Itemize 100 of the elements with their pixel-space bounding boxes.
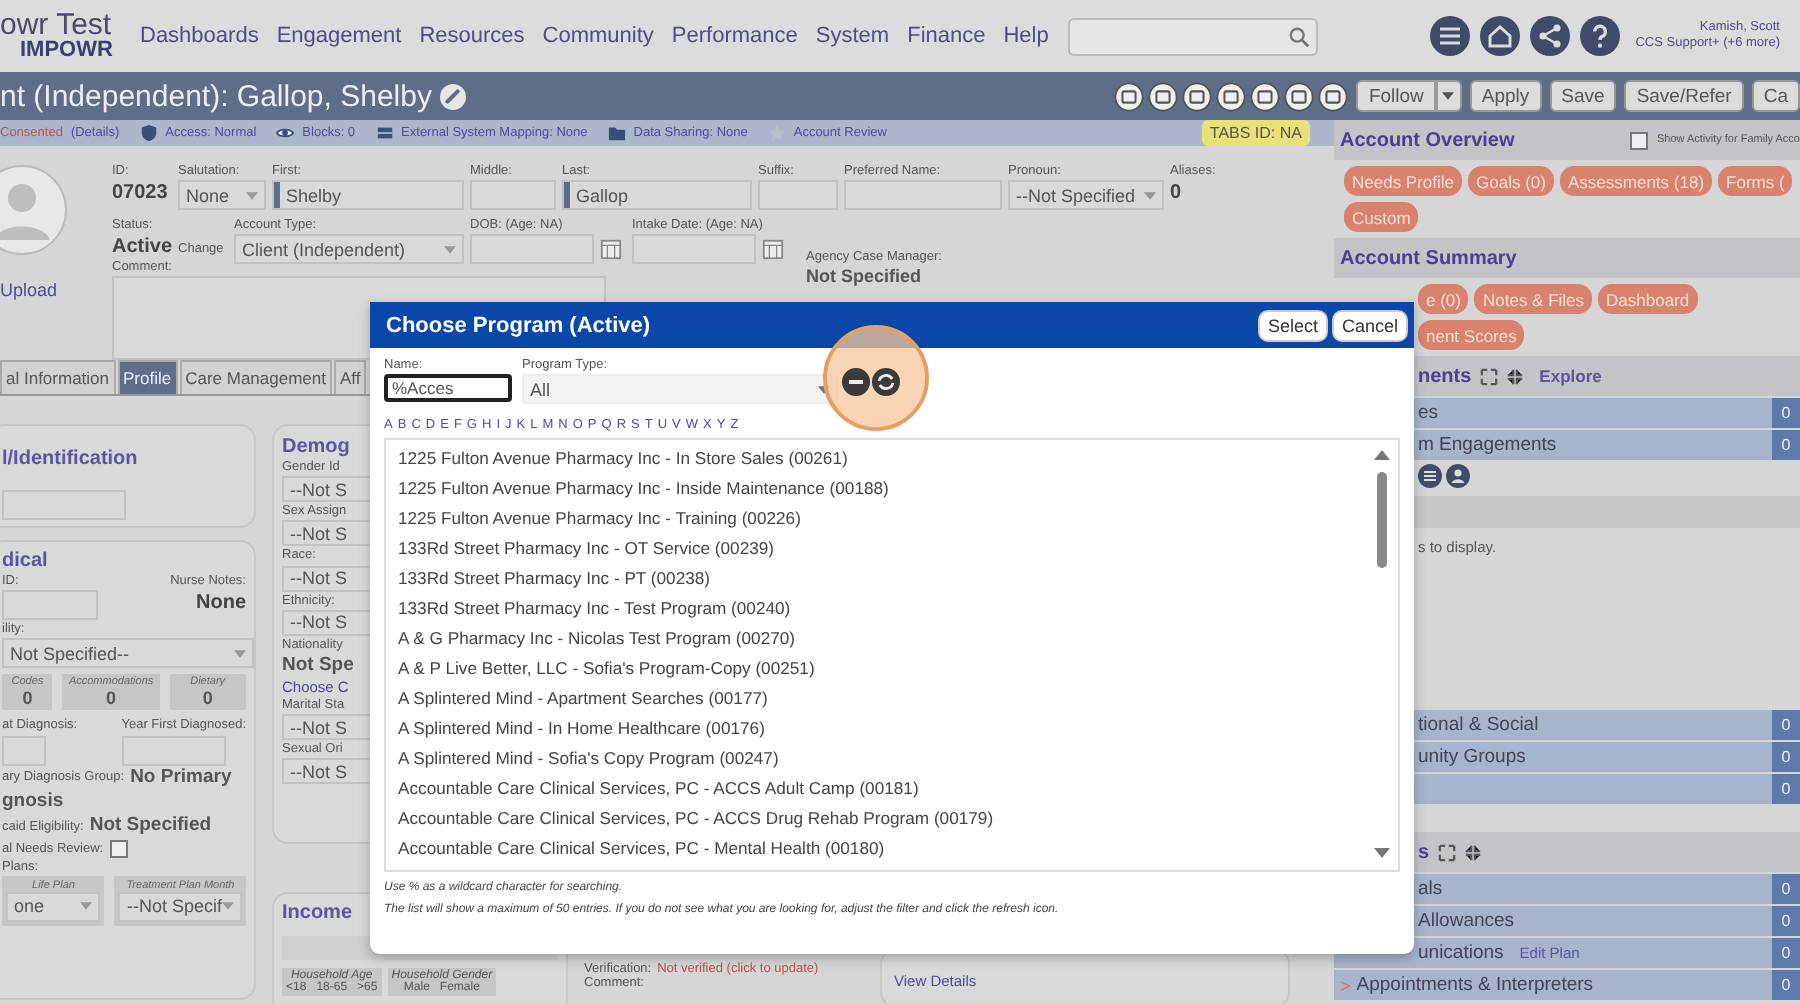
nationality-value: Not Spe <box>282 653 354 679</box>
link-icon[interactable] <box>439 83 466 109</box>
follow-button[interactable]: Follow <box>1356 80 1436 112</box>
caret-icon <box>1442 92 1455 100</box>
caret-icon <box>1144 191 1156 200</box>
count-badge: 0 <box>1772 970 1800 1000</box>
nav-link[interactable]: Engagement <box>276 24 402 48</box>
program-item[interactable]: A Splintered Mind - Apartment Searches (00177) <box>398 684 1372 715</box>
toolbar-button[interactable]: Save <box>1549 80 1617 112</box>
select-field[interactable]: Not Specified-- <box>2 638 254 669</box>
count-badge: 0 <box>1772 874 1800 904</box>
shield-icon <box>139 124 158 142</box>
toolbar-icon[interactable] <box>1114 81 1145 111</box>
section-title: Account Overview <box>1340 129 1515 151</box>
count-badge: 0 <box>1772 742 1800 772</box>
select-field[interactable]: --Not Specified <box>1008 180 1164 211</box>
toolbar-icon[interactable] <box>1148 81 1179 111</box>
toolbar-button[interactable]: Apply <box>1469 80 1542 112</box>
program-item[interactable]: Accountable Care Clinical Services, PC - Mental Health (00180) <box>398 834 1372 865</box>
logo-text: owr Test <box>0 10 114 40</box>
nav-link[interactable]: Community <box>542 24 654 48</box>
tab[interactable]: Aff <box>334 360 367 395</box>
count-badge: 0 <box>1772 906 1800 936</box>
scrollbar[interactable] <box>1372 448 1392 861</box>
diagnosis-group-value: No Primary <box>130 765 232 790</box>
name-field[interactable]: %Acces <box>384 374 512 403</box>
count-badge: 0 <box>1772 398 1800 428</box>
collapse-icon[interactable] <box>1505 367 1524 385</box>
share-icon[interactable] <box>1530 16 1571 56</box>
calendar-icon[interactable] <box>762 238 784 261</box>
counter-value: 0 <box>106 688 117 709</box>
nav-link[interactable]: Finance <box>907 24 986 48</box>
toolbar-icon[interactable] <box>1216 81 1247 111</box>
upload-link[interactable]: Upload <box>0 280 58 300</box>
person-icon[interactable] <box>1446 464 1470 488</box>
eye-icon <box>276 124 295 142</box>
select-field[interactable]: --Not Specif <box>118 891 242 922</box>
section-title: s <box>1418 841 1430 863</box>
dialog-button[interactable]: Cancel <box>1331 309 1408 341</box>
medicaid-value: Not Specified <box>89 814 212 840</box>
section-title: nents <box>1418 365 1472 387</box>
program-item[interactable]: Accountable Care Clinical Services, PC - ACCS Drug Rehab Program (00179) <box>398 804 1372 835</box>
tabs-id-badge: TABS ID: NA <box>1201 120 1310 146</box>
caret-icon <box>234 649 246 658</box>
dropdown-button[interactable] <box>1435 80 1462 112</box>
logo-wordmark: IMPOWR <box>20 40 115 62</box>
text-field[interactable]: Shelby <box>272 180 464 211</box>
counter-value: 0 <box>22 688 33 709</box>
case-manager-value: Not Specified <box>806 266 924 287</box>
count-badge: 0 <box>1772 430 1800 460</box>
caret-icon <box>246 191 258 200</box>
checkbox[interactable] <box>109 839 128 858</box>
toolbar-icon[interactable] <box>1318 81 1349 111</box>
nav-link[interactable]: Resources <box>419 24 525 48</box>
count-badge: 0 <box>1772 710 1800 740</box>
minus-circle-icon[interactable] <box>842 368 870 396</box>
help-icon[interactable] <box>1580 16 1621 56</box>
toolbar-icon[interactable] <box>1182 81 1213 111</box>
account-id: 07023 <box>112 180 170 207</box>
list-icon[interactable] <box>1418 464 1442 488</box>
count-badge: 0 <box>1772 938 1800 968</box>
collapse-icon[interactable] <box>1463 843 1482 861</box>
nurse-notes-value: None <box>196 590 246 617</box>
dialog-button[interactable]: Select <box>1257 309 1328 341</box>
select-field[interactable]: None <box>178 180 266 211</box>
nav-link[interactable]: Performance <box>671 24 798 48</box>
count-badge: 0 <box>1772 774 1800 804</box>
expand-icon[interactable] <box>1479 367 1498 385</box>
toolbar-button[interactable]: Save/Refer <box>1624 80 1744 112</box>
caret-icon <box>80 902 93 911</box>
nav-link[interactable]: Help <box>1003 24 1049 48</box>
caret-icon <box>444 245 456 254</box>
text-field[interactable]: Gallop <box>562 180 752 211</box>
toolbar-icon[interactable] <box>1284 81 1315 111</box>
summary-row[interactable]: > Appointments & Interpreters 0 <box>1334 970 1800 1000</box>
explore-link[interactable]: Explore <box>1539 366 1602 386</box>
list-icon[interactable] <box>1430 16 1471 56</box>
select-field[interactable]: Client (Independent) <box>234 234 464 265</box>
refresh-icon[interactable] <box>872 368 900 396</box>
search-field[interactable] <box>1068 17 1319 55</box>
section-title: Account Summary <box>1340 247 1517 269</box>
nav-link[interactable]: Dashboards <box>140 24 259 48</box>
tab[interactable]: al Information <box>0 360 115 395</box>
card-title: Income <box>282 902 353 925</box>
toolbar-icon[interactable] <box>1250 81 1281 111</box>
toolbar-button[interactable]: Ca <box>1751 80 1800 112</box>
calendar-icon[interactable] <box>600 238 622 261</box>
aliases-count: 0 <box>1170 180 1184 207</box>
tab[interactable]: Profile <box>117 360 178 395</box>
card-title: l/Identification <box>2 448 138 471</box>
counter-value: 0 <box>202 688 213 709</box>
nav-link[interactable]: System <box>815 24 890 48</box>
program-item[interactable]: A & P Live Better, LLC - Sofia's Program-Copy (00251) <box>398 654 1372 685</box>
home-icon[interactable] <box>1480 16 1521 56</box>
expand-icon[interactable] <box>1437 843 1456 861</box>
search-icon <box>1288 25 1311 47</box>
select-field[interactable]: one <box>6 891 101 922</box>
tab[interactable]: Care Management <box>179 360 332 395</box>
checkbox[interactable] <box>1630 131 1649 149</box>
card-title: Demog <box>282 436 350 459</box>
